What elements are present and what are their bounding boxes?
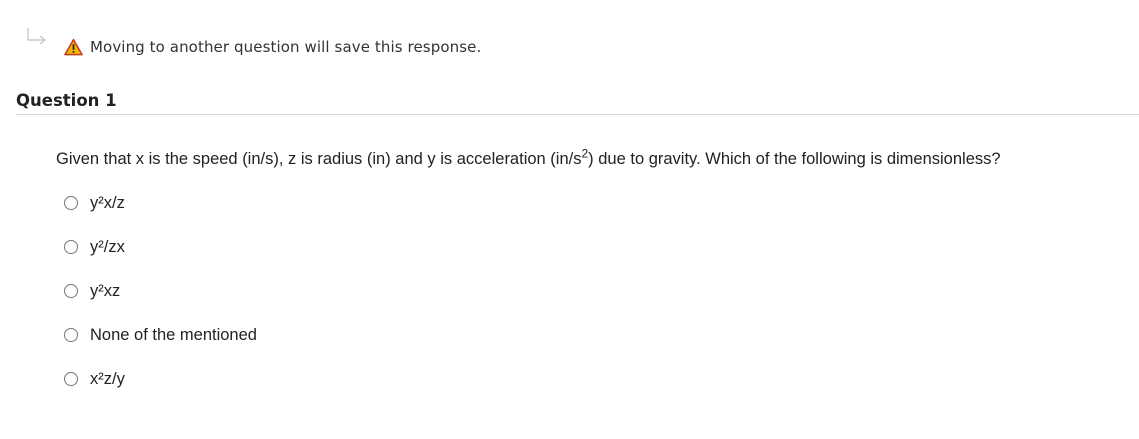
question-text-part-2: ) due to gravity. Which of the following… [588,150,1001,168]
radio-button[interactable] [64,372,78,386]
title-divider [16,114,1139,115]
warning-icon [64,38,83,56]
save-notice-text: Moving to another question will save thi… [90,38,482,56]
answer-option-label[interactable]: y²x/z [90,194,125,213]
return-arrow-icon [27,28,47,45]
answer-option[interactable]: y²/zx [64,236,257,258]
radio-button[interactable] [64,240,78,254]
radio-button[interactable] [64,284,78,298]
answer-option-label[interactable]: y²/zx [90,238,125,257]
question-text: Given that x is the speed (in/s), z is r… [56,148,1001,169]
radio-button[interactable] [64,196,78,210]
answer-option[interactable]: None of the mentioned [64,324,257,346]
answer-option-label[interactable]: y²xz [90,282,120,301]
radio-button[interactable] [64,328,78,342]
question-text-part-1: Given that x is the speed (in/s), z is r… [56,150,582,168]
answer-option-label[interactable]: None of the mentioned [90,326,257,345]
answer-option[interactable]: y²xz [64,280,257,302]
save-notice: Moving to another question will save thi… [64,36,481,58]
answer-option-label[interactable]: x²z/y [90,370,125,389]
answer-option[interactable]: x²z/y [64,368,257,390]
question-title: Question 1 [16,91,117,110]
answer-option[interactable]: y²x/z [64,192,257,214]
answer-options: y²x/z y²/zx y²xz None of the mentioned x… [64,192,257,412]
